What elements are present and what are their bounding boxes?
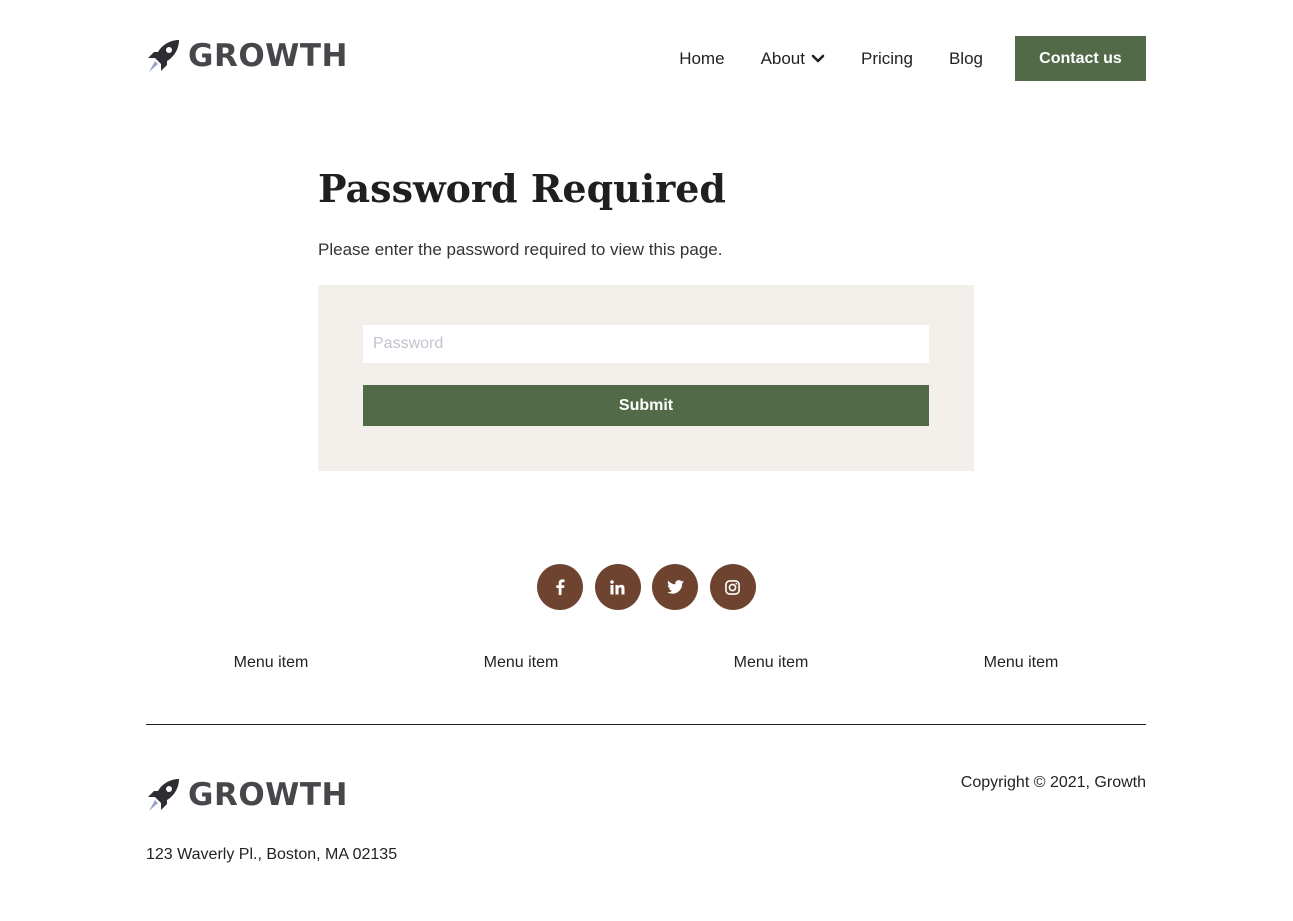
nav-about-label: About <box>760 48 805 68</box>
address-text: 123 Waverly Pl., Boston, MA 02135 <box>146 846 398 863</box>
footer-menu-item[interactable]: Menu item <box>646 654 896 672</box>
page-subtitle: Please enter the password required to vi… <box>318 240 723 259</box>
twitter-icon <box>666 580 684 594</box>
nav-home[interactable]: Home <box>679 49 724 69</box>
rocket-icon <box>148 40 179 72</box>
facebook-icon <box>556 579 565 595</box>
footer-divider <box>146 724 1146 725</box>
nav-about[interactable]: About <box>761 49 825 69</box>
footer-menu-item[interactable]: Menu item <box>146 654 396 672</box>
instagram-icon <box>725 579 740 595</box>
footer-brand-logo[interactable]: GROWTH <box>146 778 348 812</box>
social-links <box>537 564 756 610</box>
footer-menu: Menu item Menu item Menu item Menu item <box>146 654 1146 672</box>
brand-name: GROWTH <box>188 38 348 74</box>
nav-pricing[interactable]: Pricing <box>861 49 913 69</box>
rocket-icon <box>148 779 179 811</box>
brand-logo[interactable]: GROWTH <box>146 39 348 73</box>
site-header: GROWTH Home About Pricing Blog Contact u… <box>146 36 1146 81</box>
footer-menu-item[interactable]: Menu item <box>896 654 1146 672</box>
main-nav: Home About Pricing Blog Contact us <box>679 36 1146 81</box>
linkedin-icon <box>610 579 625 594</box>
footer-brand-name: GROWTH <box>188 777 348 813</box>
contact-us-button[interactable]: Contact us <box>1015 36 1146 81</box>
linkedin-link[interactable] <box>594 564 641 610</box>
submit-button[interactable]: Submit <box>363 385 929 426</box>
footer-menu-item[interactable]: Menu item <box>396 654 646 672</box>
twitter-link[interactable] <box>652 564 698 610</box>
chevron-down-icon <box>811 49 825 69</box>
copyright-text: Copyright © 2021, Growth <box>960 774 1146 791</box>
password-form: Submit <box>318 285 974 471</box>
facebook-link[interactable] <box>537 564 583 610</box>
instagram-link[interactable] <box>709 564 756 610</box>
page-title: Password Required <box>318 166 726 211</box>
nav-blog[interactable]: Blog <box>949 49 983 69</box>
password-input[interactable] <box>363 325 929 363</box>
